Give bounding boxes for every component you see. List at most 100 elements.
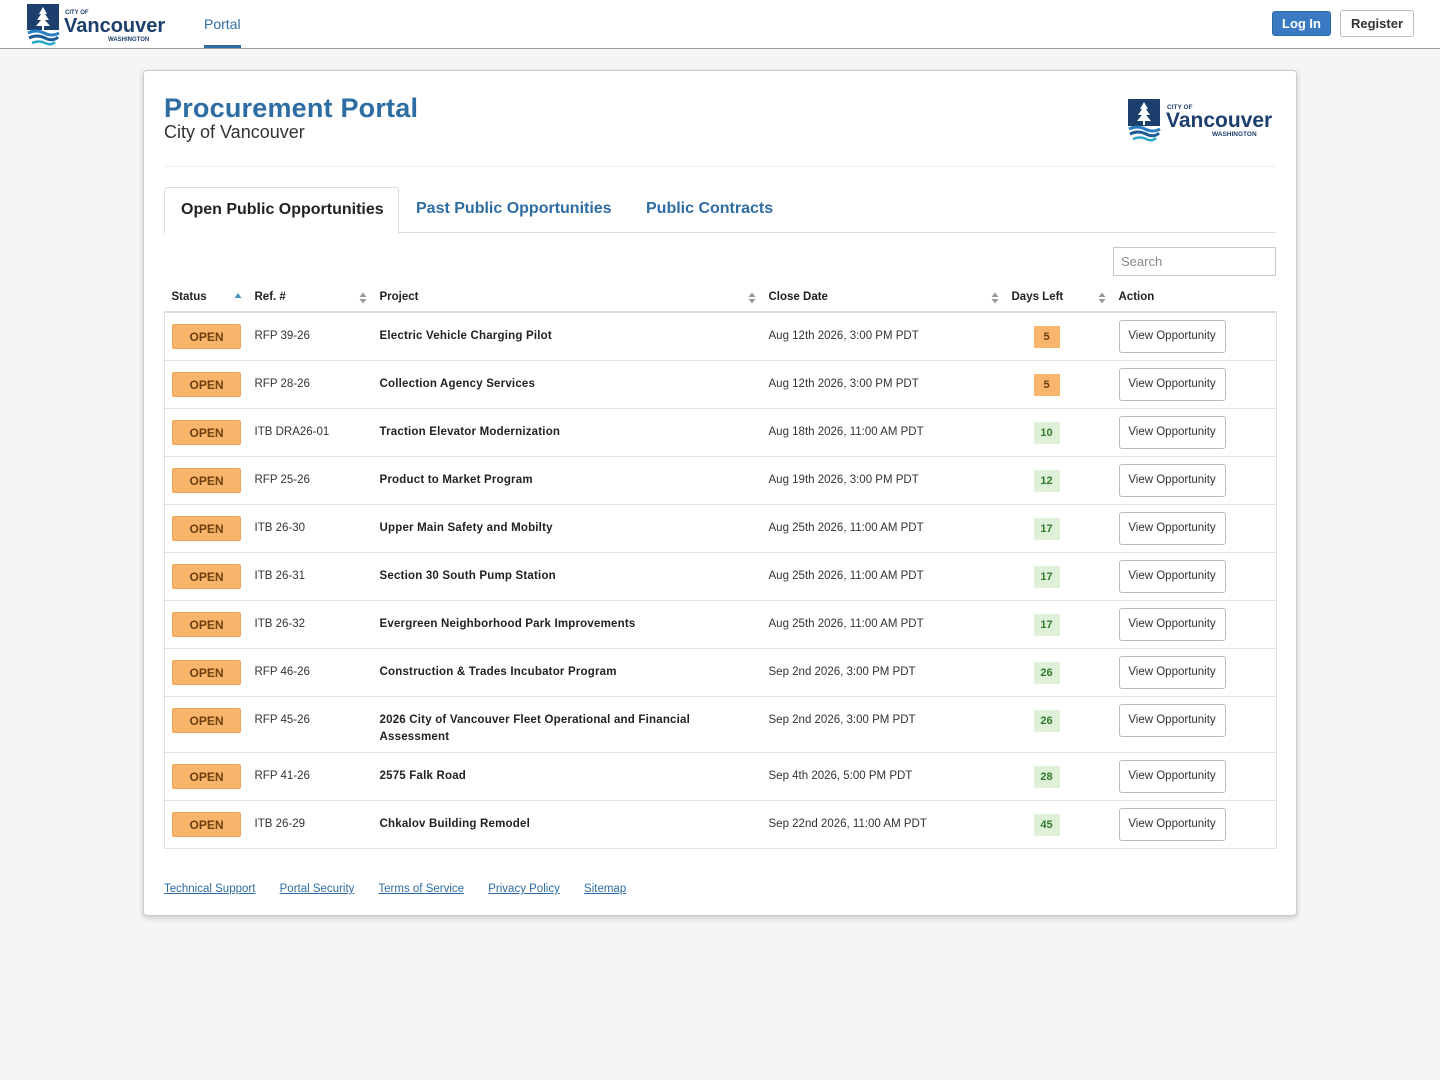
status-badge: OPEN xyxy=(172,563,241,589)
view-opportunity-button[interactable]: View Opportunity xyxy=(1118,463,1226,497)
status-badge: OPEN xyxy=(172,811,241,837)
action-cell: View Opportunity xyxy=(1111,456,1277,505)
footer-link-terms-of-service[interactable]: Terms of Service xyxy=(378,883,464,895)
status-badge: OPEN xyxy=(172,419,241,445)
footer-link-privacy-policy[interactable]: Privacy Policy xyxy=(488,883,560,895)
view-opportunity-button[interactable]: View Opportunity xyxy=(1118,559,1226,593)
column-header-ref[interactable]: Ref. # xyxy=(247,283,373,313)
days-left-badge: 5 xyxy=(1033,326,1060,348)
footer-link-technical-support[interactable]: Technical Support xyxy=(164,883,255,895)
view-opportunity-button[interactable]: View Opportunity xyxy=(1118,759,1226,793)
footer-links: Technical Support Portal Security Terms … xyxy=(164,883,647,895)
footer-link-sitemap[interactable]: Sitemap xyxy=(584,883,626,895)
days-left-badge: 26 xyxy=(1033,661,1060,684)
project-cell: 2575 Falk Road xyxy=(372,752,762,801)
view-opportunity-button[interactable]: View Opportunity xyxy=(1118,655,1226,689)
tab-past-public-opportunities[interactable]: Past Public Opportunities xyxy=(400,187,628,233)
days-left-cell: 45 xyxy=(1004,800,1112,849)
project-cell: Electric Vehicle Charging Pilot xyxy=(372,312,762,361)
days-left-badge: 17 xyxy=(1033,613,1060,636)
column-label: Days Left xyxy=(1011,291,1064,303)
column-label: Status xyxy=(171,291,207,303)
table-header-row: Status Ref. # Project Close Date Days Le… xyxy=(164,283,1277,313)
ref-cell: ITB DRA26-01 xyxy=(247,408,373,457)
days-left-badge: 10 xyxy=(1033,421,1060,444)
column-label: Project xyxy=(379,291,419,303)
view-opportunity-button[interactable]: View Opportunity xyxy=(1118,367,1226,401)
status-badge: OPEN xyxy=(172,324,241,349)
nav-portal-link[interactable]: Portal xyxy=(204,0,241,48)
opportunity-tabs: Open Public Opportunities Past Public Op… xyxy=(164,187,1276,234)
svg-text:Vancouver: Vancouver xyxy=(64,15,165,37)
status-cell: OPEN xyxy=(164,600,248,649)
footer-link-portal-security[interactable]: Portal Security xyxy=(280,883,355,895)
action-cell: View Opportunity xyxy=(1111,312,1277,361)
close-date-cell: Aug 25th 2026, 11:00 AM PDT xyxy=(761,504,1005,553)
view-opportunity-button[interactable]: View Opportunity xyxy=(1118,415,1226,449)
view-opportunity-button[interactable]: View Opportunity xyxy=(1118,807,1226,841)
close-date-cell: Sep 4th 2026, 5:00 PM PDT xyxy=(761,752,1005,801)
close-date-cell: Sep 2nd 2026, 3:00 PM PDT xyxy=(761,696,1005,753)
status-cell: OPEN xyxy=(164,696,248,753)
close-date-cell: Aug 18th 2026, 11:00 AM PDT xyxy=(761,408,1005,457)
days-left-badge: 45 xyxy=(1033,813,1060,836)
table-row: OPEN RFP 28-26 Collection Agency Service… xyxy=(164,360,1277,409)
ref-cell: RFP 25-26 xyxy=(247,456,373,505)
table-row: OPEN ITB DRA26-01 Traction Elevator Mode… xyxy=(164,408,1277,457)
status-cell: OPEN xyxy=(164,408,248,457)
action-cell: View Opportunity xyxy=(1111,752,1277,801)
search-input[interactable] xyxy=(1113,247,1276,276)
status-badge: OPEN xyxy=(172,707,241,733)
action-cell: View Opportunity xyxy=(1111,504,1277,553)
view-opportunity-button[interactable]: View Opportunity xyxy=(1118,320,1226,353)
sort-both-icon xyxy=(748,292,755,304)
status-badge: OPEN xyxy=(172,515,241,541)
ref-cell: RFP 41-26 xyxy=(247,752,373,801)
column-header-close-date[interactable]: Close Date xyxy=(761,283,1005,313)
login-button[interactable]: Log In xyxy=(1272,11,1331,36)
ref-cell: RFP 46-26 xyxy=(247,648,373,697)
column-header-project[interactable]: Project xyxy=(372,283,762,313)
column-label: Close Date xyxy=(768,291,828,303)
status-badge: OPEN xyxy=(172,371,241,397)
days-left-badge: 5 xyxy=(1033,373,1060,396)
status-badge: OPEN xyxy=(172,659,241,685)
status-cell: OPEN xyxy=(164,800,248,849)
page-title: Procurement Portal xyxy=(164,93,419,123)
view-opportunity-button[interactable]: View Opportunity xyxy=(1118,511,1226,545)
view-opportunity-button[interactable]: View Opportunity xyxy=(1118,607,1226,641)
close-date-cell: Sep 22nd 2026, 11:00 AM PDT xyxy=(761,800,1005,849)
svg-text:Vancouver: Vancouver xyxy=(1166,109,1272,132)
column-header-status[interactable]: Status xyxy=(164,283,248,313)
register-button[interactable]: Register xyxy=(1340,10,1414,37)
table-row: OPEN RFP 39-26 Electric Vehicle Charging… xyxy=(164,312,1277,361)
action-cell: View Opportunity xyxy=(1111,696,1277,753)
tab-public-contracts[interactable]: Public Contracts xyxy=(630,187,789,233)
ref-cell: RFP 28-26 xyxy=(247,360,373,409)
table-row: OPEN RFP 45-26 2026 City of Vancouver Fl… xyxy=(164,696,1277,753)
top-nav: CITY OF Vancouver WASHINGTON Portal Log … xyxy=(0,0,1440,49)
table-row: OPEN ITB 26-31 Section 30 South Pump Sta… xyxy=(164,552,1277,601)
days-left-badge: 28 xyxy=(1033,765,1060,788)
days-left-cell: 10 xyxy=(1004,408,1112,457)
card-header: Procurement Portal City of Vancouver CIT… xyxy=(164,91,1276,167)
days-left-cell: 12 xyxy=(1004,456,1112,505)
view-opportunity-button[interactable]: View Opportunity xyxy=(1118,703,1226,737)
days-left-cell: 17 xyxy=(1004,552,1112,601)
ref-cell: ITB 26-31 xyxy=(247,552,373,601)
table-row: OPEN ITB 26-29 Chkalov Building Remodel … xyxy=(164,800,1277,849)
close-date-cell: Aug 12th 2026, 3:00 PM PDT xyxy=(761,360,1005,409)
status-cell: OPEN xyxy=(164,752,248,801)
table-row: OPEN ITB 26-32 Evergreen Neighborhood Pa… xyxy=(164,600,1277,649)
action-cell: View Opportunity xyxy=(1111,408,1277,457)
city-logo[interactable]: CITY OF Vancouver WASHINGTON xyxy=(27,4,167,46)
column-header-days-left[interactable]: Days Left xyxy=(1004,283,1112,313)
days-left-cell: 28 xyxy=(1004,752,1112,801)
status-cell: OPEN xyxy=(164,648,248,697)
close-date-cell: Aug 25th 2026, 11:00 AM PDT xyxy=(761,600,1005,649)
days-left-badge: 12 xyxy=(1033,469,1060,492)
project-cell: Chkalov Building Remodel xyxy=(372,800,762,849)
sort-both-icon xyxy=(991,292,998,304)
tab-open-public-opportunities[interactable]: Open Public Opportunities xyxy=(164,187,399,234)
opportunities-table: Status Ref. # Project Close Date Days Le… xyxy=(164,283,1277,849)
